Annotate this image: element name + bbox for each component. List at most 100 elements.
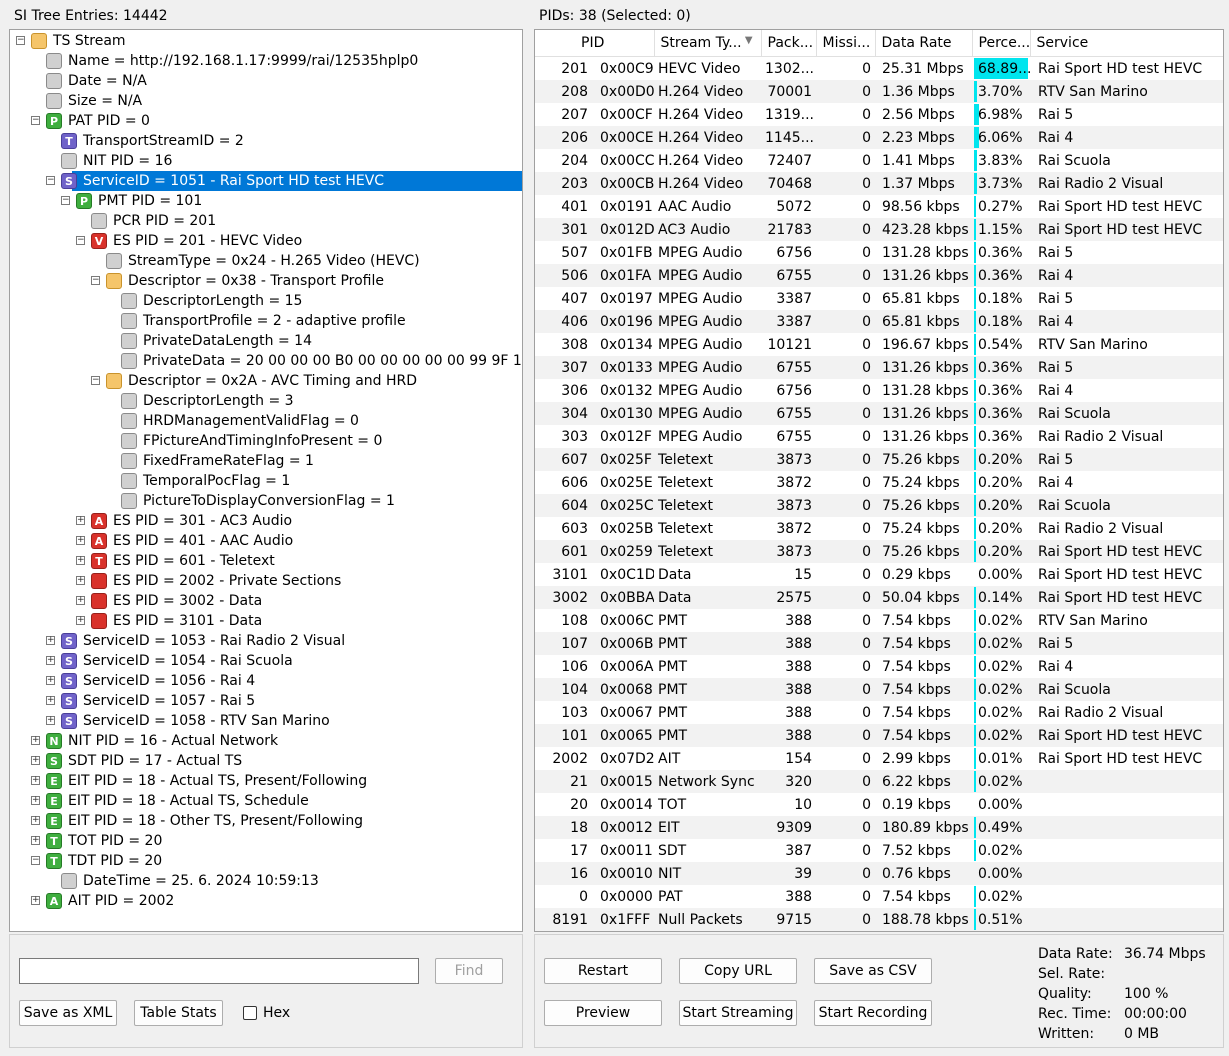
tree-node[interactable]: + S ServiceID = 1056 - Rai 4 bbox=[10, 671, 522, 691]
expand-icon[interactable]: + bbox=[76, 616, 85, 625]
table-row[interactable]: 104 0x0068 PMT 388 0 7.54 kbps 0.02% Rai Scuola bbox=[535, 678, 1223, 701]
tree-node[interactable]: StreamType = 0x24 - H.265 Video (HEVC) bbox=[10, 251, 522, 271]
table-row[interactable]: 101 0x0065 PMT 388 0 7.54 kbps 0.02% Rai Sport … bbox=[535, 724, 1223, 747]
tree-node[interactable]: TemporalPocFlag = 1 bbox=[10, 471, 522, 491]
col-service[interactable]: Service bbox=[1030, 30, 1223, 57]
table-row[interactable]: 303 0x012F MPEG Audio 6755 0 131.26 kbps 0.36%… bbox=[535, 425, 1223, 448]
si-tree[interactable]: − TS Stream Name = http://192.168.1.17:999… bbox=[9, 29, 523, 932]
table-row[interactable]: 203 0x00CB H.264 Video 70468 0 1.37 Mbps 3.73%… bbox=[535, 172, 1223, 195]
collapse-icon[interactable]: − bbox=[76, 236, 85, 245]
tree-node[interactable]: Size = N/A bbox=[10, 91, 522, 111]
start-streaming-button[interactable]: Start Streaming bbox=[679, 1000, 797, 1026]
tree-node[interactable]: − P PMT PID = 101 bbox=[10, 191, 522, 211]
table-row[interactable]: 108 0x006C PMT 388 0 7.54 kbps 0.02% RTV San Ma… bbox=[535, 609, 1223, 632]
tree-node[interactable]: FPictureAndTimingInfoPresent = 0 bbox=[10, 431, 522, 451]
expand-icon[interactable]: + bbox=[76, 556, 85, 565]
tree-node[interactable]: DescriptorLength = 15 bbox=[10, 291, 522, 311]
tree-node[interactable]: + S ServiceID = 1058 - RTV San Marino bbox=[10, 711, 522, 731]
table-row[interactable]: 3101 0x0C1D Data 15 0 0.29 kbps 0.00% Rai Sport… bbox=[535, 563, 1223, 586]
search-input[interactable] bbox=[19, 958, 419, 984]
table-row[interactable]: 601 0x0259 Teletext 3873 0 75.26 kbps 0.20% Rai… bbox=[535, 540, 1223, 563]
find-button[interactable]: Find bbox=[435, 958, 503, 984]
tree-node[interactable]: HRDManagementValidFlag = 0 bbox=[10, 411, 522, 431]
tree-node[interactable]: + S ServiceID = 1054 - Rai Scuola bbox=[10, 651, 522, 671]
start-recording-button[interactable]: Start Recording bbox=[814, 1000, 932, 1026]
expand-icon[interactable]: + bbox=[76, 516, 85, 525]
tree-node[interactable]: + ES PID = 3101 - Data bbox=[10, 611, 522, 631]
tree-node[interactable]: − V ES PID = 201 - HEVC Video bbox=[10, 231, 522, 251]
tree-node[interactable]: PictureToDisplayConversionFlag = 1 bbox=[10, 491, 522, 511]
table-row[interactable]: 607 0x025F Teletext 3873 0 75.26 kbps 0.20% Rai… bbox=[535, 448, 1223, 471]
expand-icon[interactable]: + bbox=[31, 816, 40, 825]
expand-icon[interactable]: + bbox=[31, 836, 40, 845]
tree-node[interactable]: − Descriptor = 0x2A - AVC Timing and HRD bbox=[10, 371, 522, 391]
tree-node[interactable]: PrivateDataLength = 14 bbox=[10, 331, 522, 351]
table-row[interactable]: 604 0x025C Teletext 3873 0 75.26 kbps 0.20% Rai… bbox=[535, 494, 1223, 517]
table-row[interactable]: 308 0x0134 MPEG Audio 10121 0 196.67 kbps 0.54… bbox=[535, 333, 1223, 356]
table-row[interactable]: 206 0x00CE H.264 Video 1145... 0 2.23 Mbps 6.0… bbox=[535, 126, 1223, 149]
tree-node[interactable]: + N NIT PID = 16 - Actual Network bbox=[10, 731, 522, 751]
expand-icon[interactable]: + bbox=[31, 896, 40, 905]
tree-node[interactable]: + S SDT PID = 17 - Actual TS bbox=[10, 751, 522, 771]
tree-node[interactable]: Date = N/A bbox=[10, 71, 522, 91]
tree-node[interactable]: − S ServiceID = 1051 - Rai Sport HD test H… bbox=[10, 171, 522, 191]
table-row[interactable]: 20 0x0014 TOT 10 0 0.19 kbps 0.00% bbox=[535, 793, 1223, 816]
copy-url-button[interactable]: Copy URL bbox=[679, 958, 797, 984]
col-percent[interactable]: Perce... bbox=[972, 30, 1031, 57]
collapse-icon[interactable]: − bbox=[31, 116, 40, 125]
expand-icon[interactable]: + bbox=[46, 656, 55, 665]
tree-node[interactable]: + ES PID = 2002 - Private Sections bbox=[10, 571, 522, 591]
tree-node[interactable]: + E EIT PID = 18 - Actual TS, Present/Foll… bbox=[10, 771, 522, 791]
tree-node[interactable]: + E EIT PID = 18 - Other TS, Present/Follo… bbox=[10, 811, 522, 831]
expand-icon[interactable]: + bbox=[31, 736, 40, 745]
col-data-rate[interactable]: Data Rate bbox=[875, 30, 973, 57]
table-row[interactable]: 103 0x0067 PMT 388 0 7.54 kbps 0.02% Rai Radio … bbox=[535, 701, 1223, 724]
collapse-icon[interactable]: − bbox=[16, 36, 25, 45]
collapse-icon[interactable]: − bbox=[91, 276, 100, 285]
table-row[interactable]: 2002 0x07D2 AIT 154 0 2.99 kbps 0.01% Rai Sport… bbox=[535, 747, 1223, 770]
col-missing[interactable]: Missi... bbox=[816, 30, 876, 57]
collapse-icon[interactable]: − bbox=[91, 376, 100, 385]
tree-node[interactable]: T TransportStreamID = 2 bbox=[10, 131, 522, 151]
collapse-icon[interactable]: − bbox=[46, 176, 55, 185]
tree-node[interactable]: − Descriptor = 0x38 - Transport Profile bbox=[10, 271, 522, 291]
table-row[interactable]: 407 0x0197 MPEG Audio 3387 0 65.81 kbps 0.18% R… bbox=[535, 287, 1223, 310]
table-row[interactable]: 17 0x0011 SDT 387 0 7.52 kbps 0.02% bbox=[535, 839, 1223, 862]
table-row[interactable]: 304 0x0130 MPEG Audio 6755 0 131.26 kbps 0.36%… bbox=[535, 402, 1223, 425]
expand-icon[interactable]: + bbox=[46, 716, 55, 725]
table-row[interactable]: 8191 0x1FFF Null Packets 9715 0 188.78 kbps 0.… bbox=[535, 908, 1223, 931]
tree-node[interactable]: − TS Stream bbox=[10, 31, 522, 51]
tree-node[interactable]: + A ES PID = 301 - AC3 Audio bbox=[10, 511, 522, 531]
tree-node[interactable]: + A AIT PID = 2002 bbox=[10, 891, 522, 911]
expand-icon[interactable]: + bbox=[76, 576, 85, 585]
tree-node[interactable]: + T ES PID = 601 - Teletext bbox=[10, 551, 522, 571]
table-row[interactable]: 307 0x0133 MPEG Audio 6755 0 131.26 kbps 0.36%… bbox=[535, 356, 1223, 379]
table-row[interactable]: 107 0x006B PMT 388 0 7.54 kbps 0.02% Rai 5 bbox=[535, 632, 1223, 655]
table-row[interactable]: 406 0x0196 MPEG Audio 3387 0 65.81 kbps 0.18% R… bbox=[535, 310, 1223, 333]
save-xml-button[interactable]: Save as XML bbox=[19, 1000, 117, 1026]
expand-icon[interactable]: + bbox=[76, 536, 85, 545]
tree-node[interactable]: + S ServiceID = 1057 - Rai 5 bbox=[10, 691, 522, 711]
table-row[interactable]: 3002 0x0BBA Data 2575 0 50.04 kbps 0.14% Rai Sp… bbox=[535, 586, 1223, 609]
table-row[interactable]: 0 0x0000 PAT 388 0 7.54 kbps 0.02% bbox=[535, 885, 1223, 908]
tree-node[interactable]: DateTime = 25. 6. 2024 10:59:13 bbox=[10, 871, 522, 891]
expand-icon[interactable]: + bbox=[31, 776, 40, 785]
table-header[interactable]: PID Stream Ty... ▼ Pack... Missi... Data … bbox=[535, 30, 1223, 57]
tree-node[interactable]: + ES PID = 3002 - Data bbox=[10, 591, 522, 611]
tree-node[interactable]: + T TOT PID = 20 bbox=[10, 831, 522, 851]
table-row[interactable]: 603 0x025B Teletext 3872 0 75.24 kbps 0.20% Rai… bbox=[535, 517, 1223, 540]
table-row[interactable]: 16 0x0010 NIT 39 0 0.76 kbps 0.00% bbox=[535, 862, 1223, 885]
pid-table[interactable]: PID Stream Ty... ▼ Pack... Missi... Data … bbox=[534, 29, 1224, 932]
table-row[interactable]: 506 0x01FA MPEG Audio 6755 0 131.26 kbps 0.36%… bbox=[535, 264, 1223, 287]
tree-node[interactable]: PrivateData = 20 00 00 00 B0 00 00 00 00… bbox=[10, 351, 522, 371]
col-packets[interactable]: Pack... bbox=[761, 30, 817, 57]
table-row[interactable]: 306 0x0132 MPEG Audio 6756 0 131.28 kbps 0.36%… bbox=[535, 379, 1223, 402]
tree-node[interactable]: − T TDT PID = 20 bbox=[10, 851, 522, 871]
hex-checkbox[interactable] bbox=[243, 1006, 257, 1020]
table-row[interactable]: 208 0x00D0 H.264 Video 70001 0 1.36 Mbps 3.70%… bbox=[535, 80, 1223, 103]
table-stats-button[interactable]: Table Stats bbox=[134, 1000, 223, 1026]
expand-icon[interactable]: + bbox=[31, 756, 40, 765]
restart-button[interactable]: Restart bbox=[544, 958, 662, 984]
table-row[interactable]: 18 0x0012 EIT 9309 0 180.89 kbps 0.49% bbox=[535, 816, 1223, 839]
tree-node[interactable]: FixedFrameRateFlag = 1 bbox=[10, 451, 522, 471]
